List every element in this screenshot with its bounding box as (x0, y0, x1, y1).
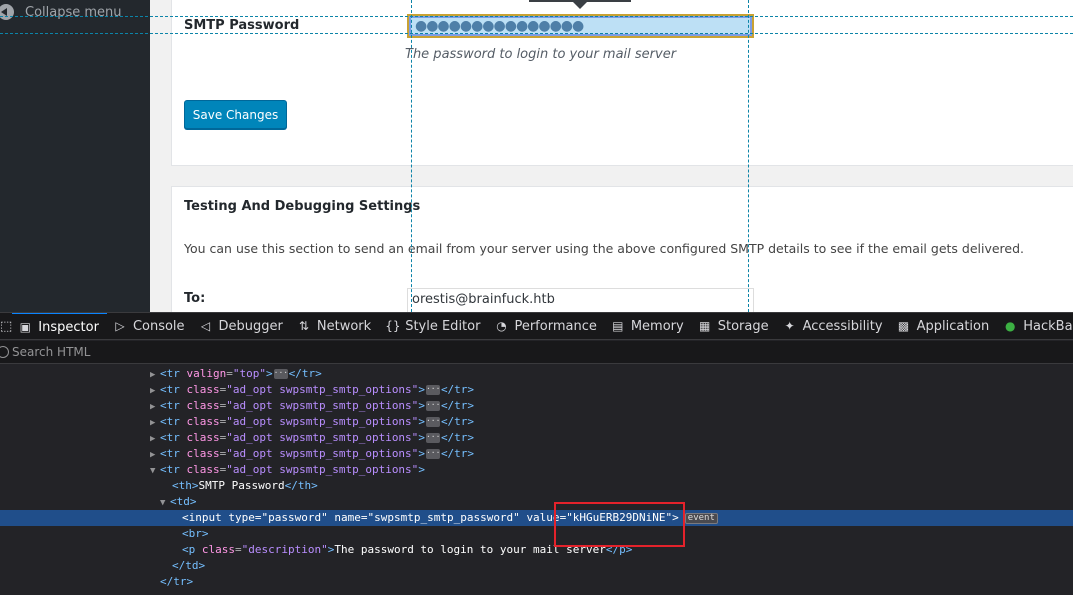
expand-arrow-icon[interactable]: ▶ (150, 383, 160, 399)
inspector-icon: ▣ (19, 320, 31, 334)
expand-arrow-icon[interactable]: ▶ (150, 447, 160, 463)
tab-hackbar[interactable]: ● HackBar (997, 313, 1073, 339)
collapse-menu-label: Collapse menu (25, 4, 122, 20)
smtp-password-label: SMTP Password (184, 18, 300, 33)
tree-row-br[interactable]: <br> (0, 526, 1073, 542)
tab-memory[interactable]: ▤ Memory (605, 313, 692, 339)
tree-row-td[interactable]: ▼ <td> (0, 494, 1073, 510)
to-label: To: (184, 291, 206, 306)
testing-heading: Testing And Debugging Settings (184, 199, 421, 214)
tree-row-td-close[interactable]: </td> (0, 558, 1073, 574)
devtools-panel: ⬚ ▣ Inspector ▷ Console ◁ Debugger ⇅ Network… (0, 312, 1073, 595)
tab-inspector[interactable]: ▣ Inspector (12, 313, 107, 339)
tree-row-tr-options[interactable]: ▶ <tr class="ad_opt swpsmtp_smtp_options"… (0, 414, 1073, 430)
wordpress-admin-page: Collapse menu SMTP Password ●●●●●●●●●●●●… (0, 0, 1073, 312)
save-changes-button[interactable]: Save Changes (184, 100, 287, 129)
network-icon: ⇅ (298, 319, 309, 333)
element-picker-icon[interactable]: ⬚ (0, 313, 12, 339)
tree-row-tr-close[interactable]: </tr> (0, 574, 1073, 590)
ellipsis-icon[interactable]: ··· (425, 449, 440, 459)
collapse-arrow-icon[interactable]: ▼ (160, 495, 170, 511)
expand-arrow-icon[interactable]: ▶ (150, 415, 160, 431)
tab-debugger[interactable]: ◁ Debugger (193, 313, 291, 339)
expand-arrow-icon[interactable]: ▶ (150, 367, 160, 383)
to-email-input[interactable]: orestis@brainfuck.htb (407, 288, 754, 312)
application-icon: ▩ (897, 319, 910, 333)
accessibility-icon: ✦ (784, 319, 795, 333)
smtp-password-input[interactable]: ●●●●●●●●●●●●●●● (407, 14, 754, 38)
tab-network[interactable]: ⇅ Network (291, 313, 379, 339)
tree-row-th[interactable]: <th>SMTP Password</th> (0, 478, 1073, 494)
search-html-placeholder: Search HTML (12, 345, 91, 359)
tree-row-tr-valign[interactable]: ▶ <tr valign="top">···</tr> (0, 366, 1073, 382)
tab-style-editor[interactable]: {} Style Editor (379, 313, 488, 339)
tab-performance[interactable]: ◔ Performance (488, 313, 604, 339)
expand-arrow-icon[interactable]: ▶ (150, 431, 160, 447)
ellipsis-icon[interactable]: ··· (425, 401, 440, 411)
devtools-toolbar: ⬚ ▣ Inspector ▷ Console ◁ Debugger ⇅ Network… (0, 312, 1073, 340)
search-html-bar[interactable]: Search HTML (0, 341, 1073, 364)
guide-line-top (0, 16, 1073, 17)
expand-arrow-icon[interactable]: ▶ (150, 399, 160, 415)
guide-line-right (748, 0, 749, 312)
ellipsis-icon[interactable]: ··· (273, 369, 288, 379)
guide-line-bottom (0, 33, 1073, 34)
screenshot: Collapse menu SMTP Password ●●●●●●●●●●●●… (0, 0, 1073, 595)
highlight-box (554, 502, 685, 547)
collapse-arrow-icon[interactable]: ▼ (150, 463, 160, 479)
admin-sidebar: Collapse menu (0, 0, 150, 312)
guide-line-left (411, 0, 412, 312)
testing-help-text: You can use this section to send an emai… (184, 241, 1025, 256)
tab-storage[interactable]: ▦ Storage (692, 313, 777, 339)
debugger-icon: ◁ (200, 319, 211, 333)
console-icon: ▷ (115, 319, 125, 333)
tree-row-tr-options[interactable]: ▶ <tr class="ad_opt swpsmtp_smtp_options"… (0, 446, 1073, 462)
ellipsis-icon[interactable]: ··· (425, 385, 440, 395)
hackbar-icon: ● (1004, 319, 1016, 333)
element-tooltip (529, 0, 631, 9)
performance-icon: ◔ (496, 319, 507, 333)
memory-icon: ▤ (612, 319, 624, 333)
search-icon (0, 346, 9, 358)
collapse-arrow-icon (0, 4, 14, 20)
collapse-menu-button[interactable]: Collapse menu (0, 0, 122, 24)
storage-icon: ▦ (699, 319, 711, 333)
tab-accessibility[interactable]: ✦ Accessibility (777, 313, 891, 339)
ellipsis-icon[interactable]: ··· (425, 417, 440, 427)
password-description: The password to login to your mail serve… (405, 47, 677, 62)
event-badge[interactable]: event (684, 512, 718, 524)
tree-row-input-selected[interactable]: <input type="password" name="swpsmtp_smt… (0, 510, 1073, 526)
html-tree: ▶ <tr valign="top">···</tr> ▶ <tr class="a… (0, 366, 1073, 595)
tree-row-tr-options[interactable]: ▶ <tr class="ad_opt swpsmtp_smtp_options"… (0, 398, 1073, 414)
tree-row-tr-options[interactable]: ▶ <tr class="ad_opt swpsmtp_smtp_options"… (0, 430, 1073, 446)
tree-row-p[interactable]: <p class="description">The password to l… (0, 542, 1073, 558)
tree-row-tr-expanded[interactable]: ▼ <tr class="ad_opt swpsmtp_smtp_options"… (0, 462, 1073, 478)
password-mask: ●●●●●●●●●●●●●●● (415, 18, 584, 34)
tab-console[interactable]: ▷ Console (107, 313, 193, 339)
tree-row-tr-options[interactable]: ▶ <tr class="ad_opt swpsmtp_smtp_options"… (0, 382, 1073, 398)
ellipsis-icon[interactable]: ··· (425, 433, 440, 443)
style-editor-icon: {} (385, 319, 401, 333)
tab-application[interactable]: ▩ Application (891, 313, 998, 339)
